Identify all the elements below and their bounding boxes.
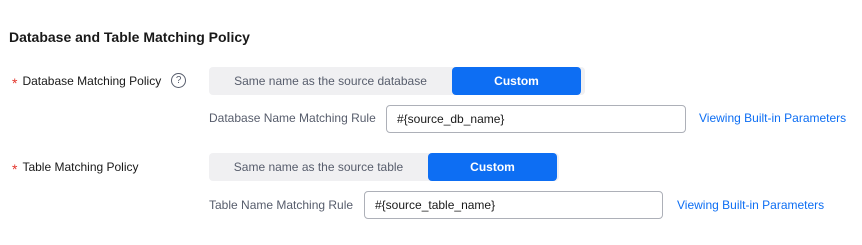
matching-policy-panel: Database and Table Matching Policy * Dat… bbox=[0, 0, 862, 245]
table-policy-label: Table Matching Policy bbox=[22, 160, 139, 174]
required-marker: * bbox=[12, 161, 18, 177]
table-rule-label: Table Name Matching Rule bbox=[209, 198, 354, 212]
option-custom-database[interactable]: Custom bbox=[452, 67, 581, 95]
table-policy-label-row: * Table Matching Policy bbox=[12, 160, 139, 177]
database-policy-segmented-control: Same name as the source database Custom bbox=[209, 67, 585, 95]
option-same-as-source-database[interactable]: Same name as the source database bbox=[209, 67, 452, 95]
table-rule-input[interactable]: #{source_table_name} bbox=[364, 191, 663, 219]
view-builtin-parameters-link-database[interactable]: Viewing Built-in Parameters bbox=[699, 111, 846, 125]
option-same-as-source-table[interactable]: Same name as the source table bbox=[209, 153, 428, 181]
help-icon[interactable]: ? bbox=[171, 73, 187, 88]
database-rule-label: Database Name Matching Rule bbox=[209, 111, 376, 125]
table-policy-segmented-control: Same name as the source table Custom bbox=[209, 153, 559, 181]
database-policy-label: Database Matching Policy bbox=[22, 73, 162, 88]
database-policy-label-row: * Database Matching Policy ? bbox=[12, 73, 187, 91]
section-title: Database and Table Matching Policy bbox=[9, 29, 250, 45]
required-marker: * bbox=[12, 74, 18, 91]
option-custom-table[interactable]: Custom bbox=[428, 153, 557, 181]
database-rule-input[interactable]: #{source_db_name} bbox=[386, 105, 686, 133]
view-builtin-parameters-link-table[interactable]: Viewing Built-in Parameters bbox=[677, 198, 824, 212]
